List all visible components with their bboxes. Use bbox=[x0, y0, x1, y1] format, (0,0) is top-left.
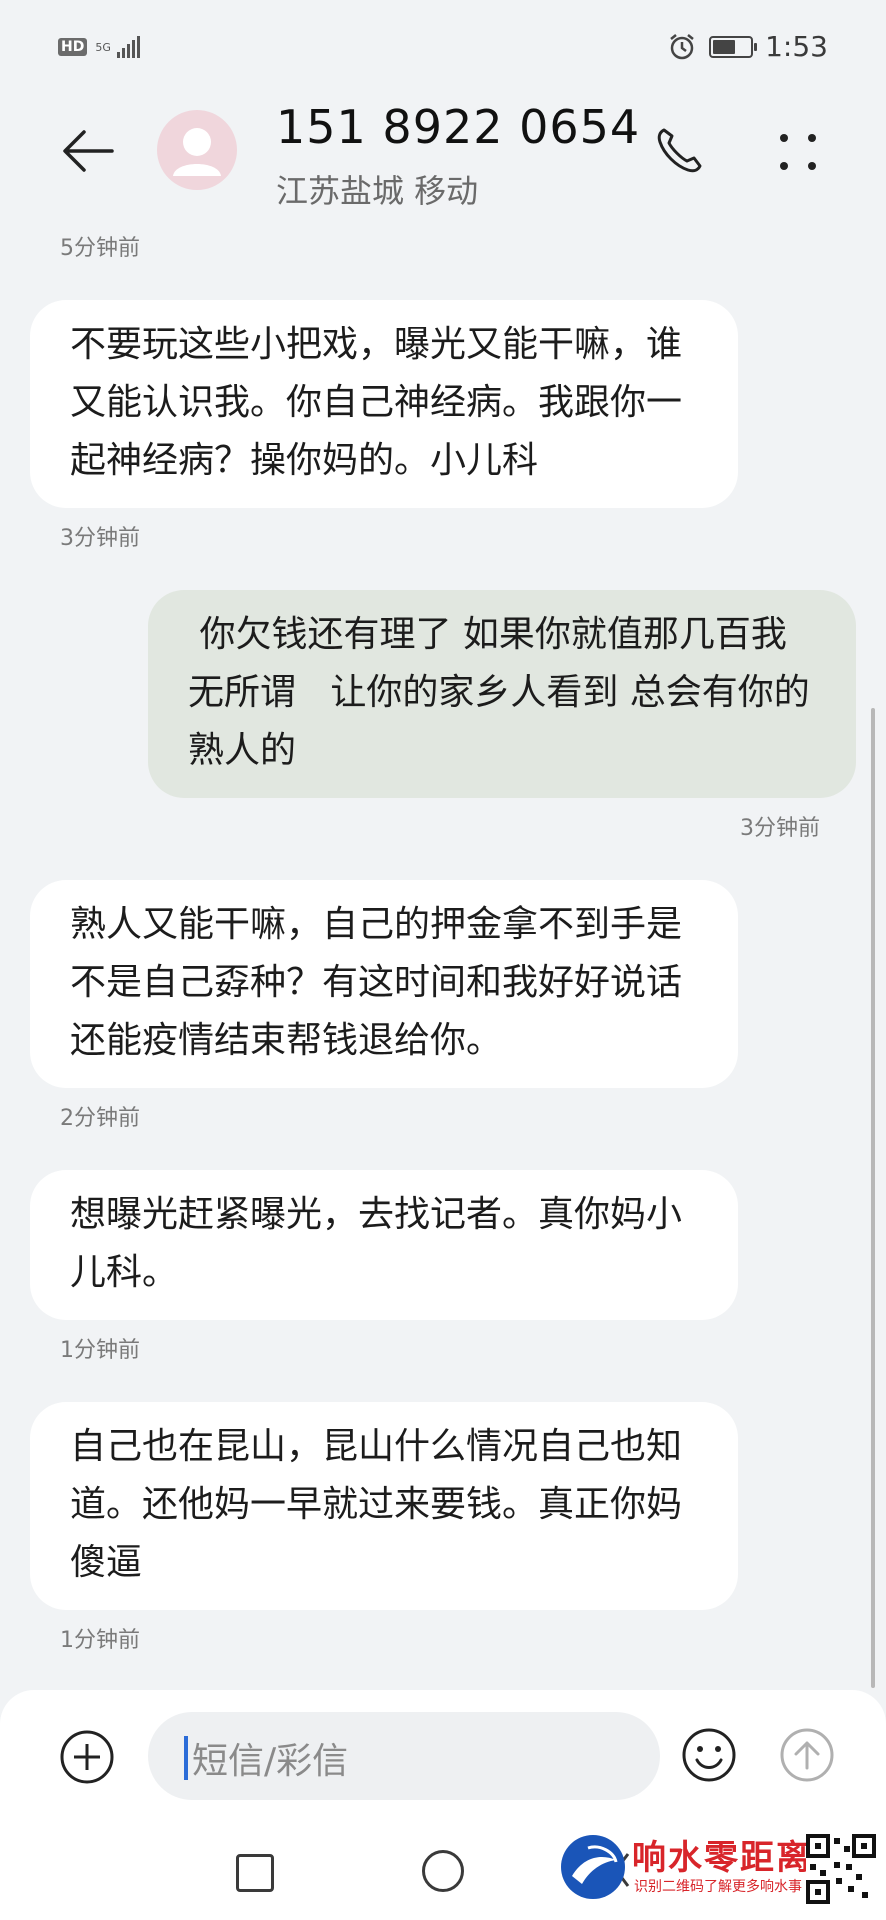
battery-icon bbox=[709, 35, 758, 58]
message-timestamp: 1分钟前 bbox=[60, 1338, 140, 1363]
conversation-header: 151 8922 0654 江苏盐城 移动 bbox=[0, 100, 886, 210]
add-attachment-icon[interactable] bbox=[58, 1728, 116, 1786]
watermark-subtitle: 识别二维码了解更多响水事 bbox=[634, 1879, 802, 1895]
contact-phone-number: 151 8922 0654 bbox=[276, 100, 641, 154]
message-timestamp: 2分钟前 bbox=[60, 1106, 140, 1131]
emoji-icon[interactable] bbox=[680, 1726, 738, 1784]
hd-badge: HD bbox=[58, 38, 88, 56]
watermark-title: 响水零距离 bbox=[632, 1838, 812, 1878]
message-text: 你欠钱还有理了 如果你就值那几百我无所谓 让你的家乡人看到 总会有你的熟人的 bbox=[188, 614, 810, 771]
contact-avatar[interactable] bbox=[157, 110, 237, 190]
message-text: 不要玩这些小把戏，曝光又能干嘛，谁又能认识我。你自己神经病。我跟你一起神经病？操… bbox=[70, 324, 683, 481]
person-icon bbox=[173, 128, 221, 176]
home-icon[interactable] bbox=[422, 1850, 464, 1892]
message-timestamp: 3分钟前 bbox=[740, 816, 820, 841]
more-options-icon[interactable] bbox=[770, 124, 826, 180]
text-cursor bbox=[184, 1736, 188, 1780]
message-text: 想曝光赶紧曝光，去找记者。真你妈小儿科。 bbox=[70, 1194, 683, 1293]
message-input[interactable]: 短信/彩信 bbox=[148, 1712, 660, 1800]
compose-bar: 短信/彩信 bbox=[0, 1690, 886, 1820]
message-text: 自己也在昆山，昆山什么情况自己也知道。还他妈一早就过来要钱。真正你妈傻逼 bbox=[70, 1426, 683, 1583]
status-right: 1:53 bbox=[667, 30, 828, 63]
send-icon[interactable] bbox=[778, 1726, 836, 1784]
incoming-message[interactable]: 不要玩这些小把戏，曝光又能干嘛，谁又能认识我。你自己神经病。我跟你一起神经病？操… bbox=[30, 300, 738, 508]
alarm-icon bbox=[670, 33, 694, 59]
scrollbar[interactable] bbox=[871, 708, 875, 1688]
watermark-logo-icon bbox=[561, 1835, 625, 1899]
message-input-placeholder: 短信/彩信 bbox=[192, 1741, 349, 1782]
status-time: 1:53 bbox=[765, 30, 828, 63]
call-phone-icon[interactable] bbox=[652, 122, 708, 178]
message-timestamp: 5分钟前 bbox=[60, 236, 140, 261]
message-text: 熟人又能干嘛，自己的押金拿不到手是不是自己孬种？有这时间和我好好说话还能疫情结束… bbox=[70, 904, 683, 1061]
incoming-message[interactable]: 想曝光赶紧曝光，去找记者。真你妈小儿科。 bbox=[30, 1170, 738, 1320]
status-left: HD 5G bbox=[58, 36, 141, 58]
network-type: 5G bbox=[95, 40, 111, 54]
back-arrow-icon[interactable] bbox=[60, 126, 116, 176]
signal-icon bbox=[117, 36, 141, 58]
watermark: 响水零距离 识别二维码了解更多响水事 bbox=[552, 1826, 882, 1916]
message-timestamp: 3分钟前 bbox=[60, 526, 140, 551]
qr-code-icon bbox=[806, 1834, 876, 1904]
incoming-message[interactable]: 自己也在昆山，昆山什么情况自己也知道。还他妈一早就过来要钱。真正你妈傻逼 bbox=[30, 1402, 738, 1610]
message-timestamp: 1分钟前 bbox=[60, 1628, 140, 1653]
incoming-message[interactable]: 熟人又能干嘛，自己的押金拿不到手是不是自己孬种？有这时间和我好好说话还能疫情结束… bbox=[30, 880, 738, 1088]
status-bar: HD 5G 1:53 bbox=[0, 0, 886, 100]
contact-location: 江苏盐城 移动 bbox=[276, 172, 479, 210]
recents-icon[interactable] bbox=[236, 1854, 274, 1892]
outgoing-message[interactable]: 你欠钱还有理了 如果你就值那几百我无所谓 让你的家乡人看到 总会有你的熟人的 bbox=[148, 590, 856, 798]
